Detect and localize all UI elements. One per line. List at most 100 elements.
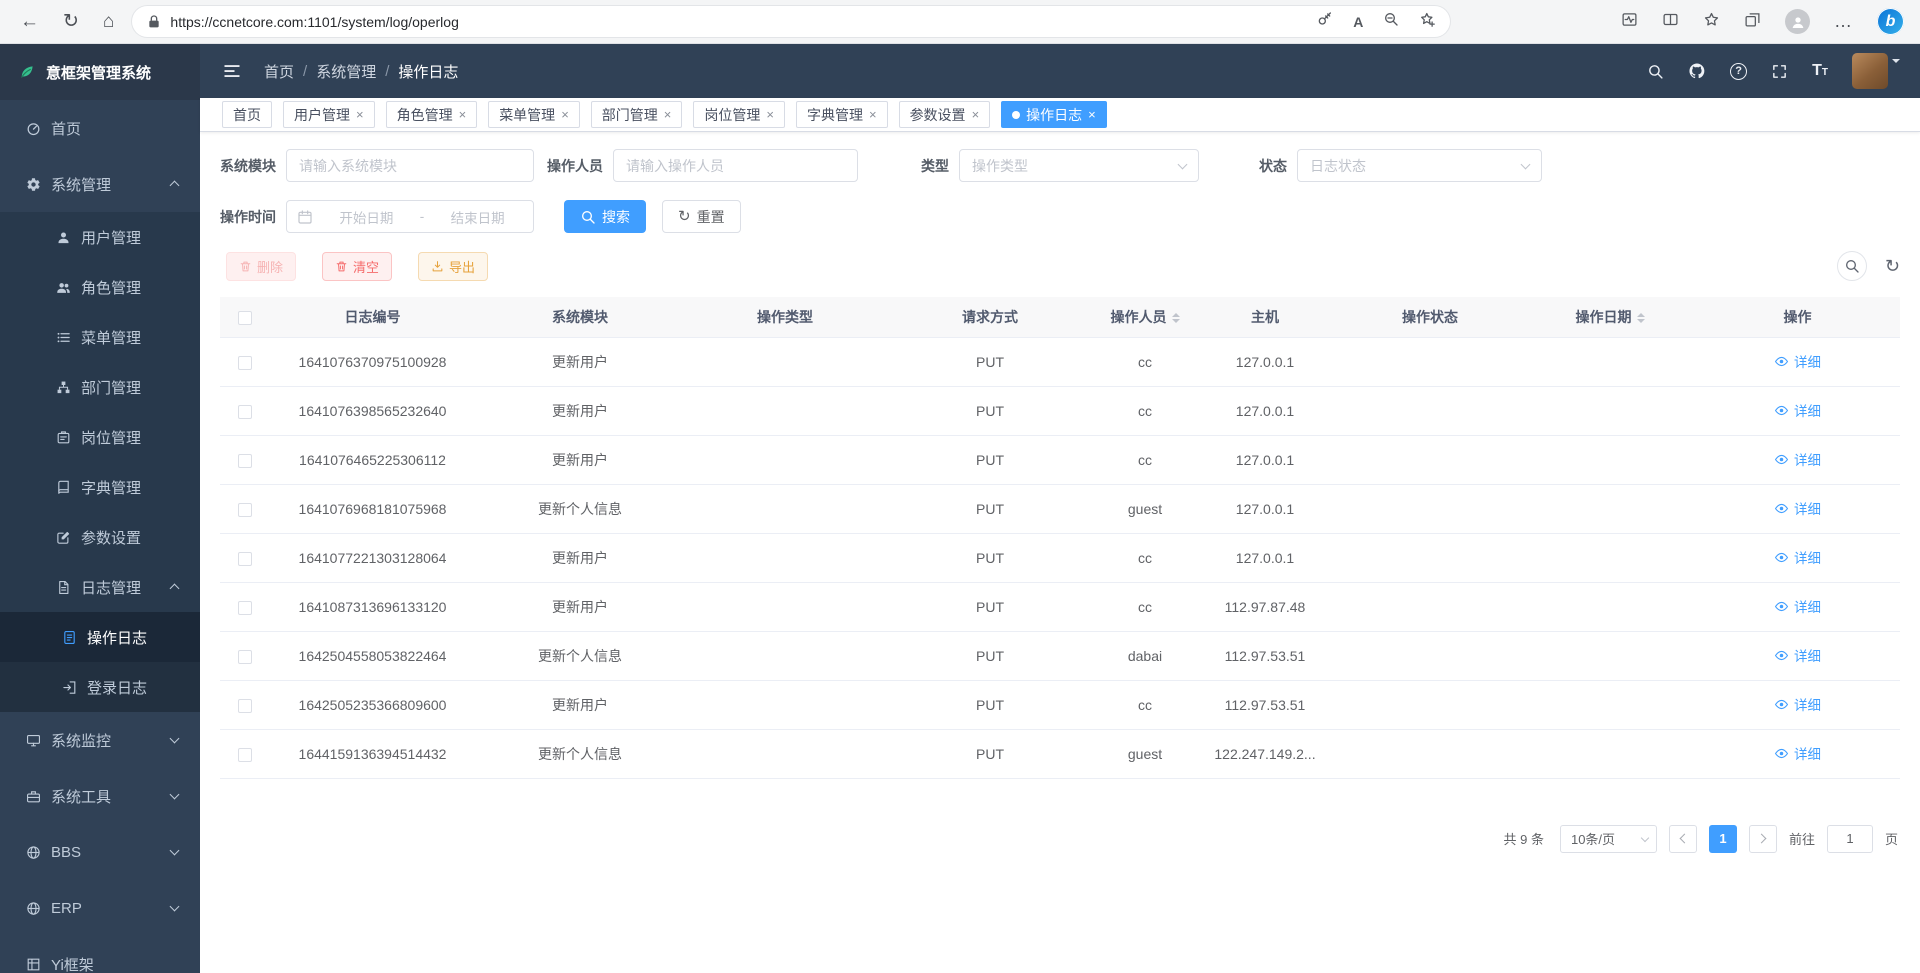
close-icon[interactable]: × [664, 108, 672, 121]
delete-button[interactable]: 删除 [226, 252, 296, 281]
fullscreen-button[interactable] [1771, 63, 1788, 80]
status-select[interactable]: 日志状态 [1297, 149, 1542, 182]
module-input[interactable] [286, 149, 534, 182]
col-date-sortable[interactable]: 操作日期 [1525, 297, 1695, 337]
sidebar-item-yi-frame[interactable]: Yi框架 [0, 936, 200, 973]
next-page-button[interactable] [1749, 825, 1777, 853]
sidebar-item-role-mgmt[interactable]: 角色管理 [0, 262, 200, 312]
split-screen-button[interactable] [1662, 11, 1679, 33]
sidebar-item-post-mgmt[interactable]: 岗位管理 [0, 412, 200, 462]
close-icon[interactable]: × [869, 108, 877, 121]
sidebar-toggle-button[interactable] [222, 61, 242, 81]
bing-chat-button[interactable]: b [1877, 8, 1904, 35]
sidebar-item-operation-log[interactable]: 操作日志 [0, 612, 200, 662]
sidebar-item-label: 用户管理 [81, 227, 141, 248]
sidebar-item-erp[interactable]: ERP [0, 880, 200, 936]
browser-profile-button[interactable] [1785, 9, 1810, 34]
detail-link[interactable]: 详细 [1774, 743, 1821, 763]
sort-carets-icon[interactable] [1172, 309, 1180, 327]
sidebar-item-param-settings[interactable]: 参数设置 [0, 512, 200, 562]
search-button[interactable]: 搜索 [564, 200, 646, 233]
tab-user-mgmt[interactable]: 用户管理× [283, 101, 375, 128]
prev-page-button[interactable] [1669, 825, 1697, 853]
close-icon[interactable]: × [766, 108, 774, 121]
detail-link[interactable]: 详细 [1774, 547, 1821, 567]
back-button[interactable]: ← [20, 11, 39, 33]
operator-input[interactable] [613, 149, 858, 182]
tab-param-settings[interactable]: 参数设置× [899, 101, 991, 128]
sidebar-item-menu-mgmt[interactable]: 菜单管理 [0, 312, 200, 362]
breadcrumb-home[interactable]: 首页 [264, 61, 294, 82]
select-all-checkbox[interactable] [238, 311, 252, 325]
read-aloud-button[interactable]: A [1353, 14, 1363, 30]
show-search-toggle-button[interactable] [1837, 251, 1867, 281]
row-checkbox[interactable] [238, 699, 252, 713]
row-checkbox[interactable] [238, 405, 252, 419]
tab-operation-log[interactable]: 操作日志× [1001, 101, 1107, 128]
font-size-button[interactable]: TT [1812, 62, 1828, 80]
detail-link[interactable]: 详细 [1774, 596, 1821, 616]
home-button[interactable]: ⌂ [103, 11, 114, 33]
clear-button[interactable]: 清空 [322, 252, 392, 281]
reset-button[interactable]: ↻ 重置 [662, 200, 741, 233]
close-icon[interactable]: × [459, 108, 467, 121]
sidebar-item-user-mgmt[interactable]: 用户管理 [0, 212, 200, 262]
row-checkbox[interactable] [238, 356, 252, 370]
user-avatar[interactable] [1852, 53, 1888, 89]
detail-link[interactable]: 详细 [1774, 694, 1821, 714]
help-button[interactable]: ? [1730, 63, 1747, 80]
browser-essentials-button[interactable] [1621, 11, 1638, 33]
detail-link[interactable]: 详细 [1774, 498, 1821, 518]
tab-dept-mgmt[interactable]: 部门管理× [591, 101, 683, 128]
detail-link[interactable]: 详细 [1774, 351, 1821, 371]
goto-page-input[interactable] [1827, 825, 1873, 853]
close-icon[interactable]: × [561, 108, 569, 121]
github-button[interactable] [1688, 62, 1706, 80]
sidebar-item-system-monitor[interactable]: 系统监控 [0, 712, 200, 768]
detail-link[interactable]: 详细 [1774, 645, 1821, 665]
export-button[interactable]: 导出 [418, 252, 488, 281]
favorites-button[interactable] [1703, 11, 1720, 33]
header-search-button[interactable] [1647, 63, 1664, 80]
browser-menu-button[interactable]: … [1834, 11, 1853, 32]
app-logo: 意框架管理系统 [0, 44, 200, 100]
close-icon[interactable]: × [1088, 108, 1096, 121]
row-checkbox[interactable] [238, 650, 252, 664]
row-checkbox[interactable] [238, 748, 252, 762]
tab-role-mgmt[interactable]: 角色管理× [386, 101, 478, 128]
current-page-button[interactable]: 1 [1709, 825, 1737, 853]
sidebar-item-login-log[interactable]: 登录日志 [0, 662, 200, 712]
add-favorite-button[interactable] [1419, 11, 1436, 33]
sidebar-item-bbs[interactable]: BBS [0, 824, 200, 880]
tab-post-mgmt[interactable]: 岗位管理× [693, 101, 785, 128]
zoom-out-button[interactable] [1383, 11, 1399, 32]
reload-button[interactable]: ↻ [63, 10, 79, 33]
collections-button[interactable] [1744, 11, 1761, 33]
detail-link[interactable]: 详细 [1774, 449, 1821, 469]
sort-carets-icon[interactable] [1637, 309, 1645, 327]
row-checkbox[interactable] [238, 503, 252, 517]
close-icon[interactable]: × [356, 108, 364, 121]
sidebar-item-dept-mgmt[interactable]: 部门管理 [0, 362, 200, 412]
sidebar-item-dict-mgmt[interactable]: 字典管理 [0, 462, 200, 512]
sidebar-item-log-mgmt[interactable]: 日志管理 [0, 562, 200, 612]
url-bar[interactable]: https://ccnetcore.com:1101/system/log/op… [132, 6, 1450, 37]
page-size-select[interactable]: 10条/页 [1560, 825, 1657, 853]
col-operator-sortable[interactable]: 操作人员 [1095, 297, 1195, 337]
close-icon[interactable]: × [972, 108, 980, 121]
date-range-picker[interactable]: 开始日期 - 结束日期 [286, 200, 534, 233]
row-checkbox[interactable] [238, 601, 252, 615]
sidebar-item-system-mgmt[interactable]: 系统管理 [0, 156, 200, 212]
detail-link[interactable]: 详细 [1774, 400, 1821, 420]
sidebar-item-system-tools[interactable]: 系统工具 [0, 768, 200, 824]
saved-passwords-button[interactable] [1317, 11, 1333, 32]
tab-menu-mgmt[interactable]: 菜单管理× [488, 101, 580, 128]
tab-dict-mgmt[interactable]: 字典管理× [796, 101, 888, 128]
breadcrumb-system-mgmt[interactable]: 系统管理 [316, 61, 376, 82]
table-refresh-button[interactable]: ↻ [1885, 256, 1900, 277]
type-select[interactable]: 操作类型 [959, 149, 1199, 182]
row-checkbox[interactable] [238, 454, 252, 468]
row-checkbox[interactable] [238, 552, 252, 566]
tab-home[interactable]: 首页 [222, 101, 272, 128]
sidebar-item-home[interactable]: 首页 [0, 100, 200, 156]
